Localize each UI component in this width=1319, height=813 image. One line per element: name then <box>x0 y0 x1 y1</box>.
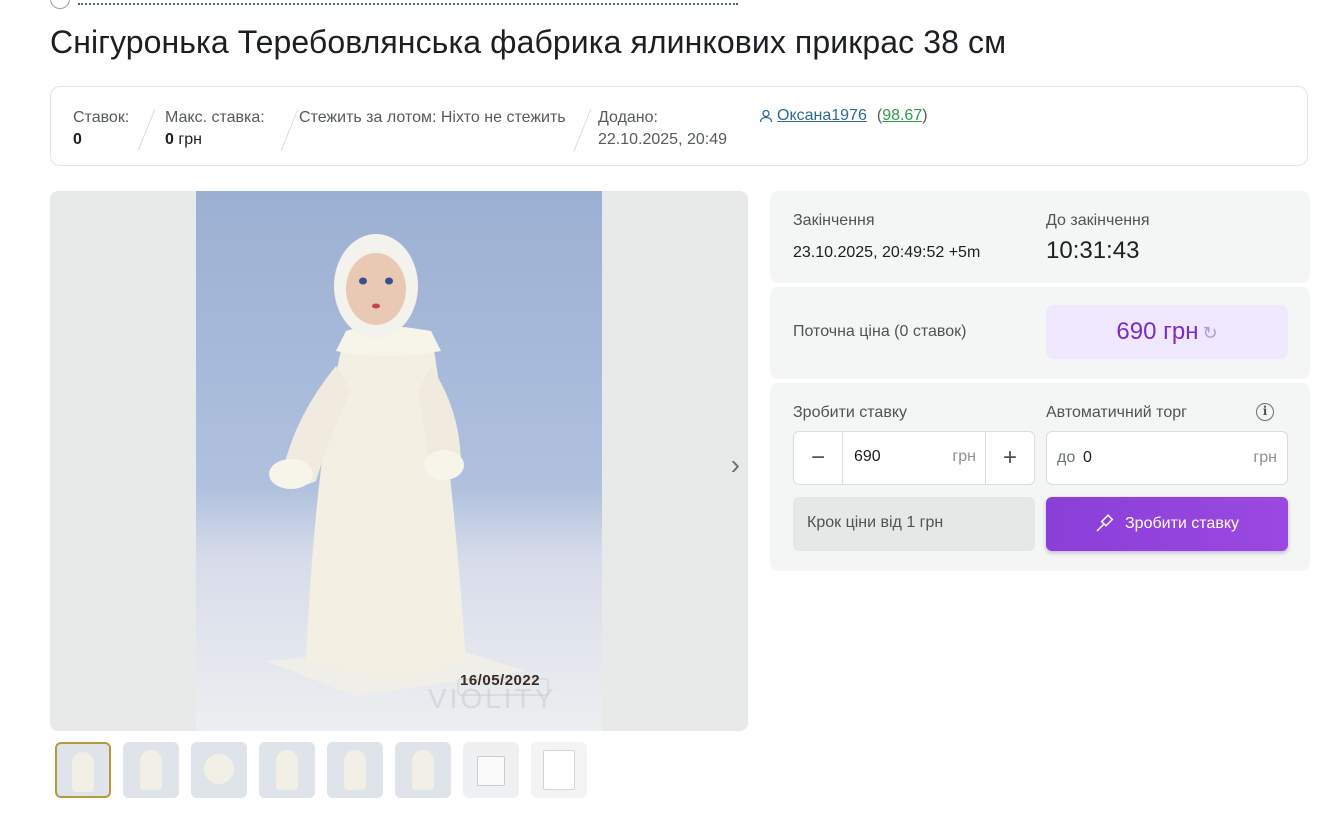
divider <box>573 109 592 151</box>
end-value: 23.10.2025, 20:49:52 +5m <box>793 244 981 261</box>
seller-link[interactable]: Оксана1976 <box>777 107 867 125</box>
bid-panel: Зробити ставку Автоматичний торг i − 690… <box>770 383 1310 571</box>
bid-stepper: − 690 грн + <box>793 431 1035 485</box>
breadcrumb-links[interactable] <box>78 0 738 5</box>
max-bid: Макс. ставка: 0 грн <box>165 109 265 148</box>
seller-info: Оксана1976 (98.67) <box>759 107 928 125</box>
breadcrumb <box>50 0 738 9</box>
thumbnail[interactable] <box>531 742 587 798</box>
lot-photo[interactable]: 16/05/2022 VIOLITY <box>196 191 602 731</box>
thumbnail[interactable] <box>191 742 247 798</box>
gavel-icon <box>1096 514 1114 532</box>
thumbnail[interactable] <box>55 742 111 798</box>
thumbnail[interactable] <box>463 742 519 798</box>
countdown-timer: 10:31:43 <box>1046 237 1140 264</box>
thumbnail[interactable] <box>327 742 383 798</box>
end-label: Закінчення <box>793 212 875 229</box>
remaining-label: До закінчення <box>1046 212 1150 229</box>
auto-bid-input[interactable]: до 0 грн <box>1046 431 1288 485</box>
increase-bid-button[interactable]: + <box>985 432 1034 484</box>
bids-count: Ставок: 0 <box>73 109 130 148</box>
place-bid-button[interactable]: Зробити ставку <box>1046 497 1288 551</box>
watchers: Стежить за лотом: Ніхто не стежить <box>299 109 566 126</box>
bid-currency: грн <box>952 448 976 465</box>
snow-maiden-figurine <box>266 234 549 696</box>
info-icon[interactable]: i <box>1256 403 1274 421</box>
make-bid-label: Зробити ставку <box>793 404 907 421</box>
home-icon[interactable] <box>50 0 70 9</box>
current-price-box: 690 грн ↻ <box>1046 305 1288 359</box>
current-price-panel: Поточна ціна (0 ставок) 690 грн ↻ <box>770 287 1310 379</box>
thumbnail[interactable] <box>259 742 315 798</box>
current-price-label: Поточна ціна (0 ставок) <box>793 323 967 340</box>
decrease-bid-button[interactable]: − <box>794 432 843 484</box>
lot-info-bar: Ставок: 0 Макс. ставка: 0 грн Стежить за… <box>50 86 1308 166</box>
added-date: Додано: 22.10.2025, 20:49 <box>598 109 728 148</box>
next-photo-chevron-icon[interactable]: › <box>731 449 740 481</box>
watermark: VIOLITY <box>428 683 557 714</box>
photo-gallery[interactable]: 16/05/2022 VIOLITY › <box>50 191 748 731</box>
divider <box>137 109 156 151</box>
price-step-note: Крок ціни від 1 грн <box>793 497 1035 551</box>
refresh-icon[interactable]: ↻ <box>1202 323 1217 343</box>
divider <box>280 109 299 151</box>
auction-timing-panel: Закінчення 23.10.2025, 20:49:52 +5m До з… <box>770 191 1310 283</box>
auto-bid-value[interactable]: 0 <box>1083 449 1092 467</box>
user-icon <box>759 109 773 123</box>
thumbnail[interactable] <box>123 742 179 798</box>
thumbnail[interactable] <box>395 742 451 798</box>
current-price-value: 690 грн <box>1116 318 1199 345</box>
seller-rating[interactable]: 98.67 <box>882 107 922 124</box>
bid-amount-input[interactable]: 690 <box>854 448 881 466</box>
page-title: Снігуронька Теребовлянська фабрика ялинк… <box>50 24 1007 60</box>
auto-bid-label: Автоматичний торг <box>1046 404 1187 421</box>
thumbnail-strip <box>55 742 587 798</box>
